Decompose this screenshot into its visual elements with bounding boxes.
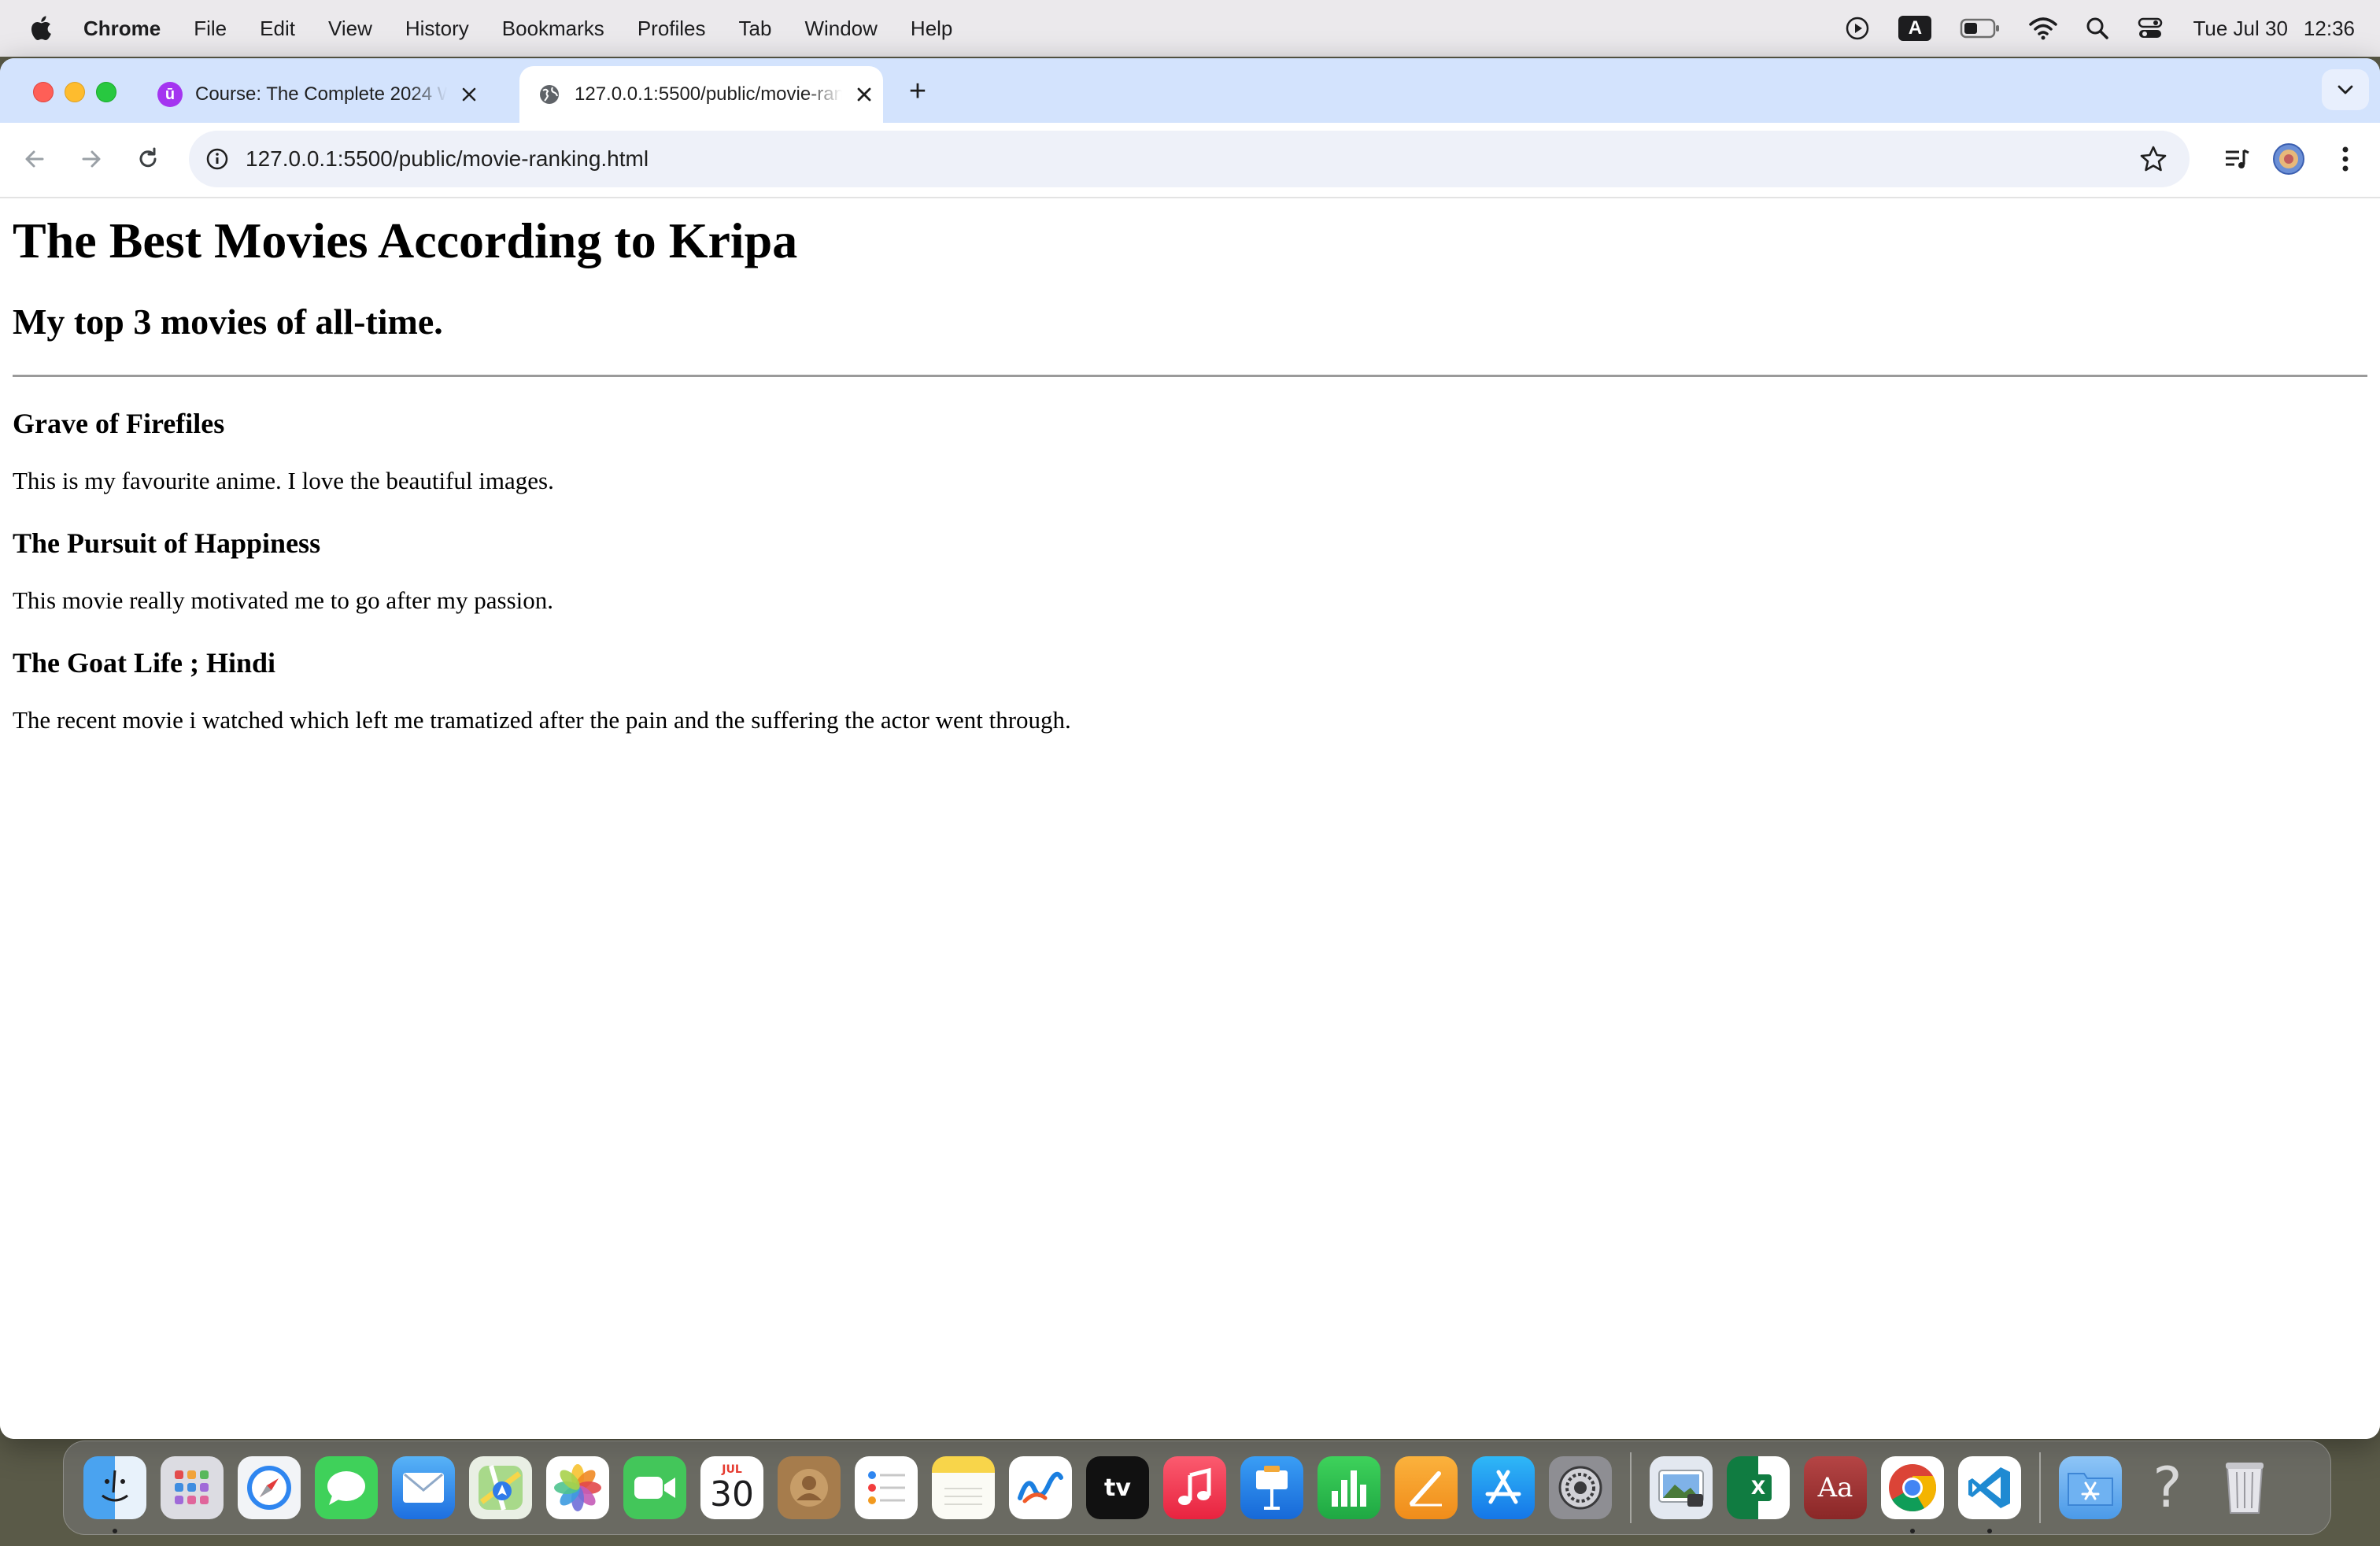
page-subtitle: My top 3 movies of all-time. bbox=[13, 301, 443, 342]
tab-title: Course: The Complete 2024 Web Developmen… bbox=[195, 83, 447, 105]
tab-close-icon[interactable] bbox=[852, 82, 877, 107]
menu-file[interactable]: File bbox=[194, 17, 227, 41]
trash-icon[interactable] bbox=[2213, 1456, 2276, 1519]
launchpad-icon[interactable] bbox=[161, 1456, 224, 1519]
new-tab-plus-icon[interactable]: + bbox=[904, 76, 932, 106]
excel-icon[interactable]: X bbox=[1727, 1456, 1790, 1519]
menu-tab[interactable]: Tab bbox=[739, 17, 772, 41]
calendar-day: 30 bbox=[710, 1474, 754, 1515]
reminders-icon[interactable] bbox=[855, 1456, 918, 1519]
bookmark-star-icon[interactable] bbox=[2139, 145, 2168, 173]
calendar-icon[interactable]: JUL 30 bbox=[700, 1456, 763, 1519]
globe-icon bbox=[537, 82, 562, 107]
help-label: ? bbox=[2153, 1455, 2182, 1520]
forward-arrow-icon[interactable] bbox=[76, 143, 107, 175]
tab-strip: ū Course: The Complete 2024 Web Developm… bbox=[0, 58, 2380, 123]
more-menu-icon[interactable] bbox=[2325, 139, 2366, 179]
chrome-icon[interactable] bbox=[1881, 1456, 1944, 1533]
input-source-label: A bbox=[1898, 16, 1932, 41]
excel-label: X bbox=[1745, 1474, 1772, 1501]
maps-icon[interactable] bbox=[469, 1456, 532, 1519]
clock-date: Tue Jul 30 bbox=[2193, 16, 2288, 40]
chrome-window: ū Course: The Complete 2024 Web Developm… bbox=[0, 58, 2380, 1439]
notes-icon[interactable] bbox=[932, 1456, 995, 1519]
tab-movie-ranking[interactable]: 127.0.0.1:5500/public/movie-ranking.html bbox=[519, 66, 883, 123]
reload-icon[interactable] bbox=[132, 143, 164, 175]
menu-bar: Chrome File Edit View History Bookmarks … bbox=[0, 0, 2380, 57]
menubar-clock[interactable]: Tue Jul 30 12:36 bbox=[2193, 17, 2355, 41]
input-source-indicator[interactable]: A bbox=[1898, 16, 1932, 41]
window-close-button[interactable] bbox=[33, 82, 54, 102]
contacts-icon[interactable] bbox=[778, 1456, 841, 1519]
apple-logo-icon[interactable] bbox=[28, 14, 57, 43]
url-text[interactable]: 127.0.0.1:5500/public/movie-ranking.html bbox=[246, 146, 649, 172]
movie-title-3: The Goat Life ; Hindi bbox=[13, 647, 276, 679]
web-page-content: The Best Movies According to Kripa My to… bbox=[0, 198, 2380, 1439]
system-settings-icon[interactable] bbox=[1549, 1456, 1612, 1519]
wifi-icon[interactable] bbox=[2029, 17, 2058, 40]
dock-separator bbox=[2039, 1452, 2041, 1523]
freeform-icon[interactable] bbox=[1009, 1456, 1072, 1519]
music-icon[interactable] bbox=[1163, 1456, 1226, 1519]
screen-recording-icon[interactable] bbox=[1845, 16, 1870, 41]
back-arrow-icon[interactable] bbox=[19, 143, 50, 175]
control-center-icon[interactable] bbox=[2138, 17, 2163, 40]
window-minimize-button[interactable] bbox=[65, 82, 85, 102]
safari-icon[interactable] bbox=[238, 1456, 301, 1519]
address-bar[interactable]: 127.0.0.1:5500/public/movie-ranking.html bbox=[189, 131, 2190, 187]
media-controls-icon[interactable] bbox=[2216, 139, 2257, 179]
tv-label: tv bbox=[1104, 1474, 1131, 1502]
mail-icon[interactable] bbox=[392, 1456, 455, 1519]
preview-icon[interactable] bbox=[1650, 1456, 1713, 1519]
photos-icon[interactable] bbox=[546, 1456, 609, 1519]
app-store-icon[interactable] bbox=[1472, 1456, 1535, 1519]
menu-profiles[interactable]: Profiles bbox=[638, 17, 706, 41]
movie-description-3: The recent movie i watched which left me… bbox=[13, 706, 1071, 734]
pages-icon[interactable] bbox=[1395, 1456, 1458, 1519]
tab-udemy-course[interactable]: ū Course: The Complete 2024 Web Developm… bbox=[146, 66, 508, 123]
tab-close-icon[interactable] bbox=[456, 82, 482, 107]
movie-title-1: Grave of Firefiles bbox=[13, 408, 225, 439]
profile-avatar[interactable] bbox=[2268, 139, 2309, 179]
running-indicator bbox=[1987, 1529, 1992, 1533]
help-question-icon[interactable]: ? bbox=[2136, 1455, 2199, 1520]
numbers-icon[interactable] bbox=[1318, 1456, 1380, 1519]
facetime-icon[interactable] bbox=[623, 1456, 686, 1519]
menu-window[interactable]: Window bbox=[804, 17, 877, 41]
running-indicator bbox=[113, 1529, 117, 1533]
page-title: The Best Movies According to Kripa bbox=[13, 213, 798, 268]
keynote-icon[interactable] bbox=[1240, 1456, 1303, 1519]
dock: JUL 30 tv X Aa ? bbox=[63, 1441, 2331, 1535]
apple-tv-icon[interactable]: tv bbox=[1086, 1456, 1149, 1519]
tab-title: 127.0.0.1:5500/public/movie-ranking.html bbox=[575, 83, 842, 105]
vscode-icon[interactable] bbox=[1958, 1456, 2021, 1533]
menu-bookmarks[interactable]: Bookmarks bbox=[502, 17, 604, 41]
udemy-icon: ū bbox=[157, 82, 183, 107]
browser-toolbar: 127.0.0.1:5500/public/movie-ranking.html bbox=[0, 123, 2380, 198]
finder-icon[interactable] bbox=[83, 1456, 146, 1533]
messages-icon[interactable] bbox=[315, 1456, 378, 1519]
spotlight-search-icon[interactable] bbox=[2086, 17, 2109, 40]
status-tray: A Tue Jul 30 12:36 bbox=[1816, 0, 2355, 57]
running-indicator bbox=[1910, 1529, 1915, 1533]
menu-history[interactable]: History bbox=[405, 17, 469, 41]
site-info-icon[interactable] bbox=[203, 145, 231, 173]
applications-folder-icon[interactable] bbox=[2059, 1456, 2122, 1519]
horizontal-rule bbox=[13, 375, 2367, 377]
menu-app-chrome[interactable]: Chrome bbox=[83, 17, 161, 41]
battery-icon[interactable] bbox=[1960, 17, 2001, 39]
clock-time: 12:36 bbox=[2303, 16, 2355, 40]
menu-view[interactable]: View bbox=[328, 17, 372, 41]
tab-search-chevron-icon[interactable] bbox=[2322, 69, 2369, 110]
menu-edit[interactable]: Edit bbox=[260, 17, 295, 41]
dictionary-icon[interactable]: Aa bbox=[1804, 1456, 1867, 1519]
menu-help[interactable]: Help bbox=[911, 17, 952, 41]
dictionary-label: Aa bbox=[1817, 1472, 1853, 1503]
movie-title-2: The Pursuit of Happiness bbox=[13, 527, 321, 559]
movie-description-1: This is my favourite anime. I love the b… bbox=[13, 467, 554, 494]
window-fullscreen-button[interactable] bbox=[96, 82, 116, 102]
dock-separator bbox=[1630, 1452, 1632, 1523]
movie-description-2: This movie really motivated me to go aft… bbox=[13, 586, 554, 614]
